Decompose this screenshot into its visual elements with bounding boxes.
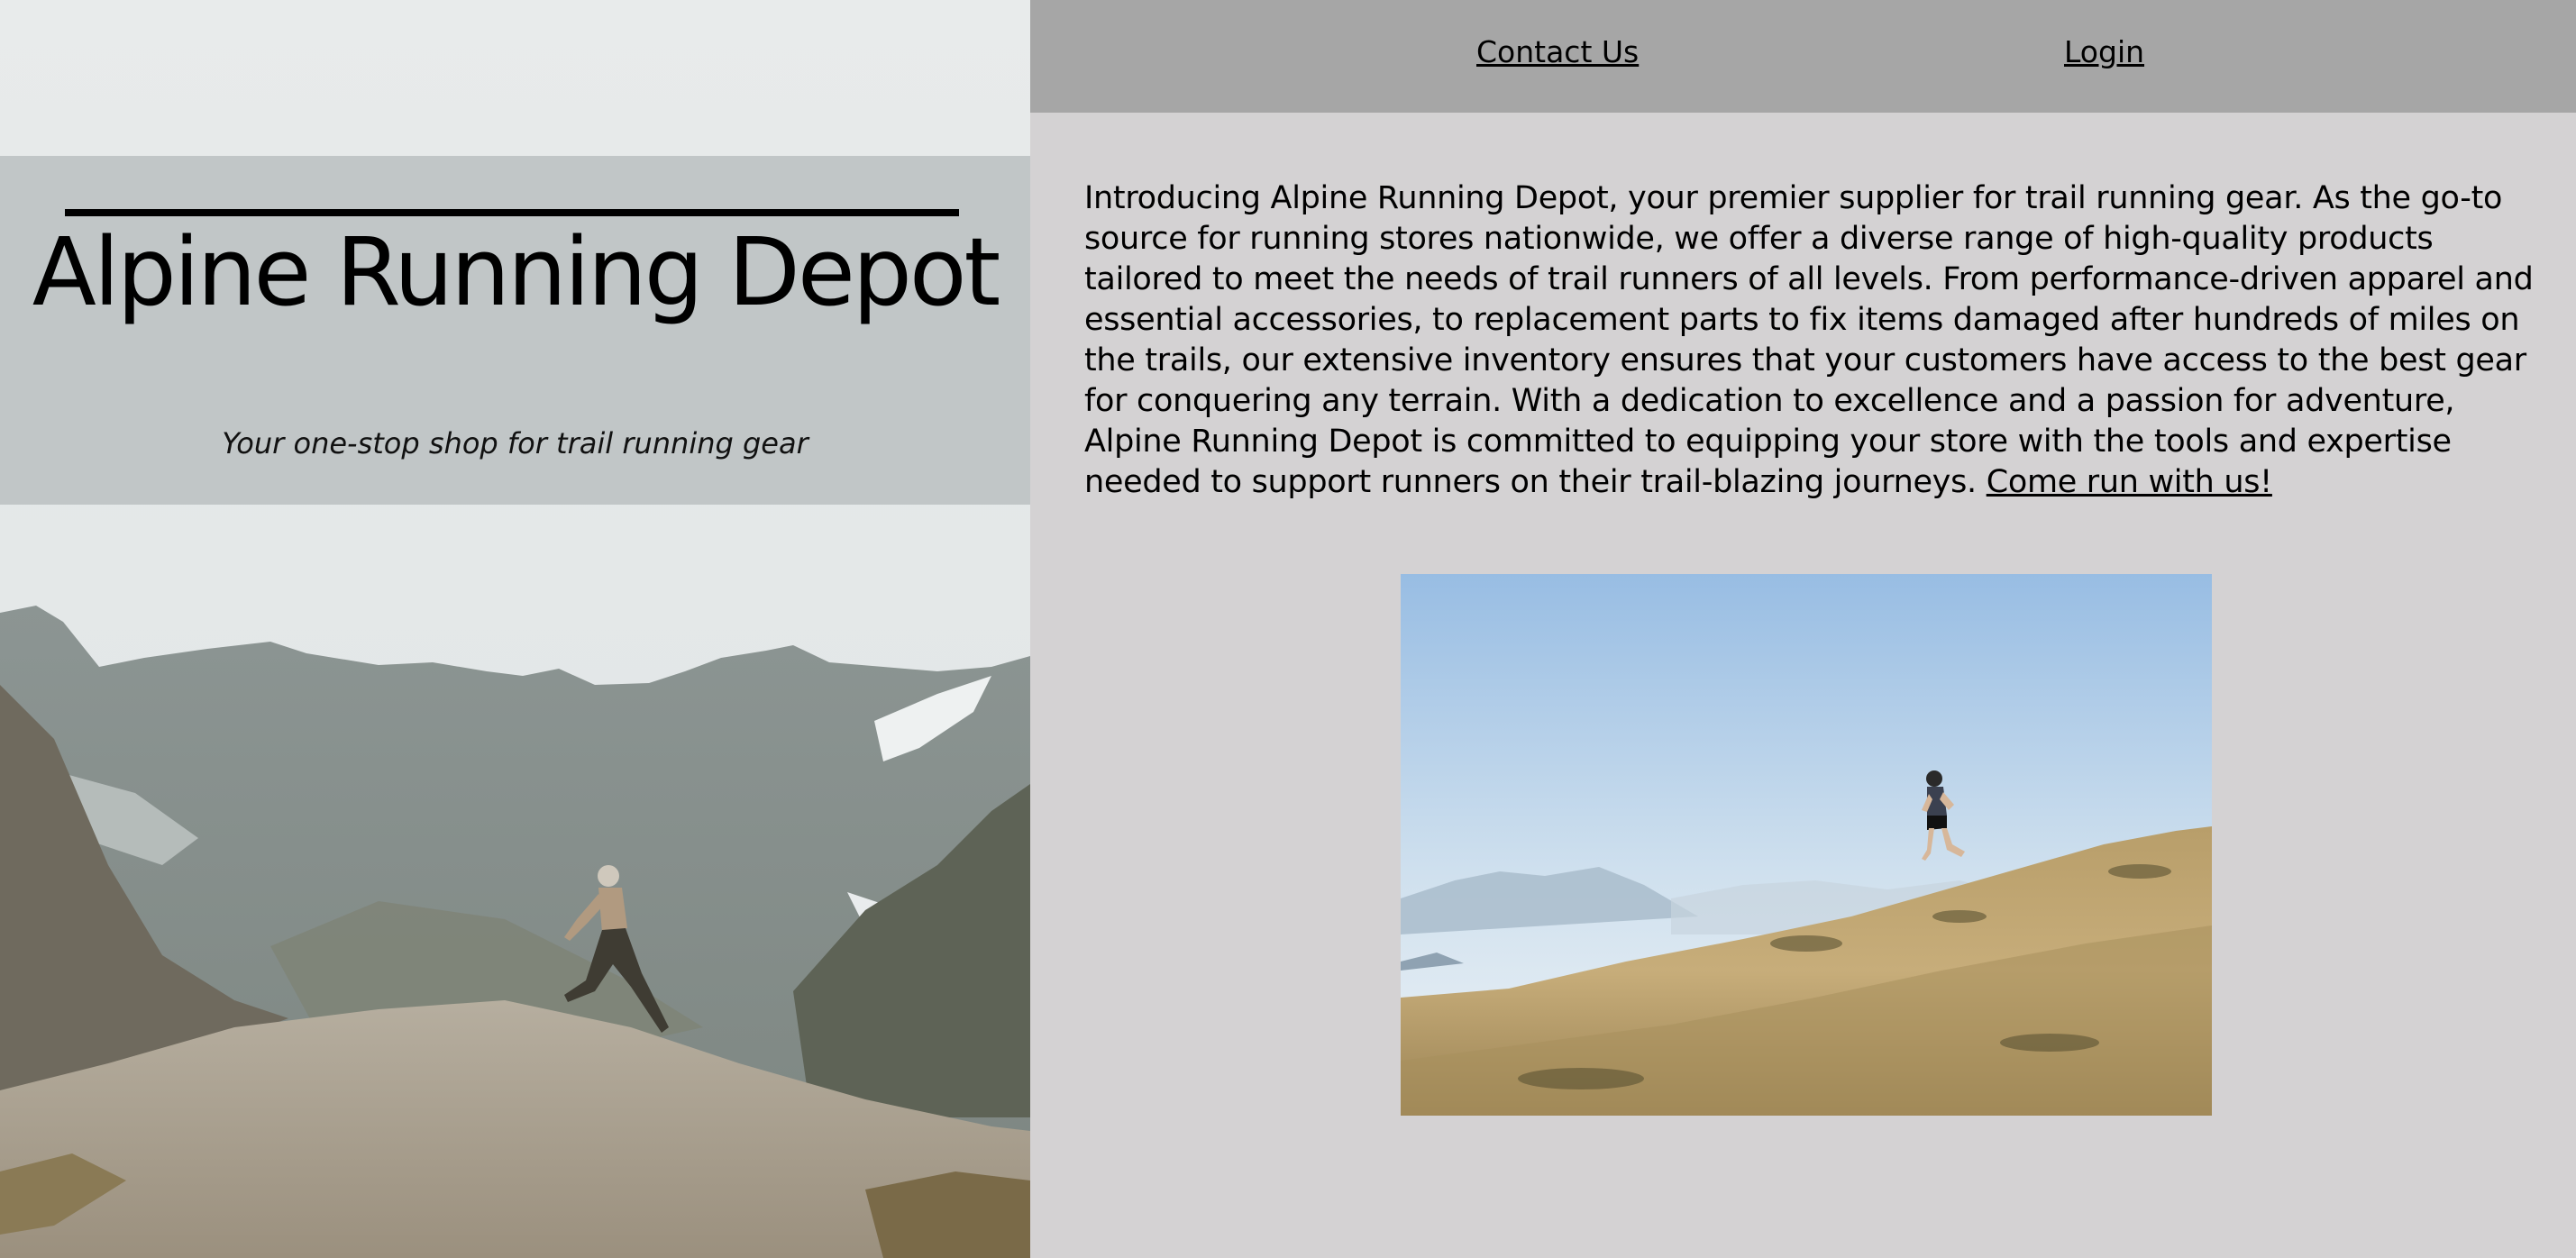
hillside-runner-photo (1401, 574, 2212, 1116)
top-nav: Contact Us Login (1030, 0, 2576, 113)
intro-paragraph: Introducing Alpine Running Depot, your p… (1084, 178, 2544, 503)
come-run-with-us-link[interactable]: Come run with us! (1987, 464, 2273, 500)
title-divider (65, 209, 959, 216)
intro-text: Introducing Alpine Running Depot, your p… (1084, 180, 2534, 500)
login-link[interactable]: Login (2064, 34, 2144, 69)
hillside-runner-illustration (1401, 574, 2212, 1116)
title-band: Alpine Running Depot Your one-stop shop … (0, 156, 1030, 505)
site-title: Alpine Running Depot (32, 217, 1001, 327)
contact-us-link[interactable]: Contact Us (1476, 34, 1639, 69)
hero-panel: Alpine Running Depot Your one-stop shop … (0, 0, 1030, 1258)
site-tagline: Your one-stop shop for trail running gea… (222, 426, 808, 460)
